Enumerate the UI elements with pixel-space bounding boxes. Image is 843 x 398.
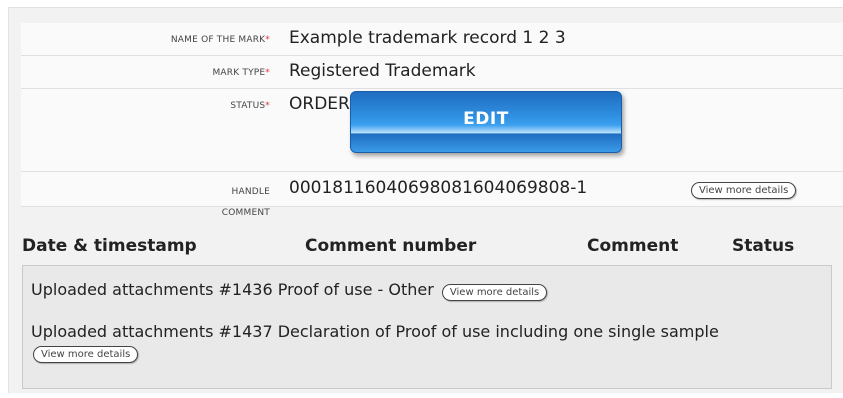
comment-text: Uploaded attachments #1436 Proof of use … — [31, 280, 434, 299]
handle-label: Handle — [231, 187, 270, 197]
required-marker: * — [265, 35, 270, 45]
name-of-mark-value: Example trademark record 1 2 3 — [289, 28, 566, 48]
status-edit-button[interactable]: EDIT — [350, 91, 622, 153]
mark-type-value: Registered Trademark — [289, 61, 476, 81]
comment-item: Uploaded attachments #1437 Declaration o… — [31, 322, 719, 341]
column-header-status: Status — [732, 236, 795, 256]
required-marker: * — [265, 101, 270, 111]
handle-view-more-details-button[interactable]: View more details — [691, 182, 797, 199]
mark-type-label: Mark type — [212, 68, 266, 78]
name-of-mark-label: Name of the mark — [170, 35, 266, 45]
field-row-mark-type: Mark type* Registered Trademark — [21, 56, 843, 89]
field-label: Mark type* — [212, 68, 270, 78]
column-header-comment: Comment — [587, 236, 679, 256]
status-label: Status — [230, 101, 266, 111]
comment-text: Uploaded attachments #1437 Declaration o… — [31, 322, 719, 341]
comment-view-more-details-button[interactable]: View more details — [441, 284, 548, 301]
comment-label: Comment — [221, 208, 270, 218]
field-row-name-of-mark: Name of the mark* Example trademark reco… — [21, 23, 843, 56]
field-label: Name of the mark* — [171, 35, 270, 45]
column-header-comment-number: Comment number — [305, 236, 477, 256]
field-row-handle: Handle 00018116040698081604069808-1 View… — [21, 172, 843, 207]
field-label: Status* — [230, 101, 270, 111]
required-marker: * — [265, 68, 270, 78]
comments-list: Uploaded attachments #1436 Proof of use … — [22, 265, 832, 389]
column-header-date: Date & timestamp — [22, 236, 197, 256]
status-value: ORDER — [289, 94, 350, 114]
comment-label-row: Comment — [21, 207, 843, 221]
comment-item: Uploaded attachments #1436 Proof of use … — [31, 280, 548, 301]
handle-value: 00018116040698081604069808-1 — [289, 178, 588, 198]
comment-view-more-details-button[interactable]: View more details — [33, 346, 139, 363]
